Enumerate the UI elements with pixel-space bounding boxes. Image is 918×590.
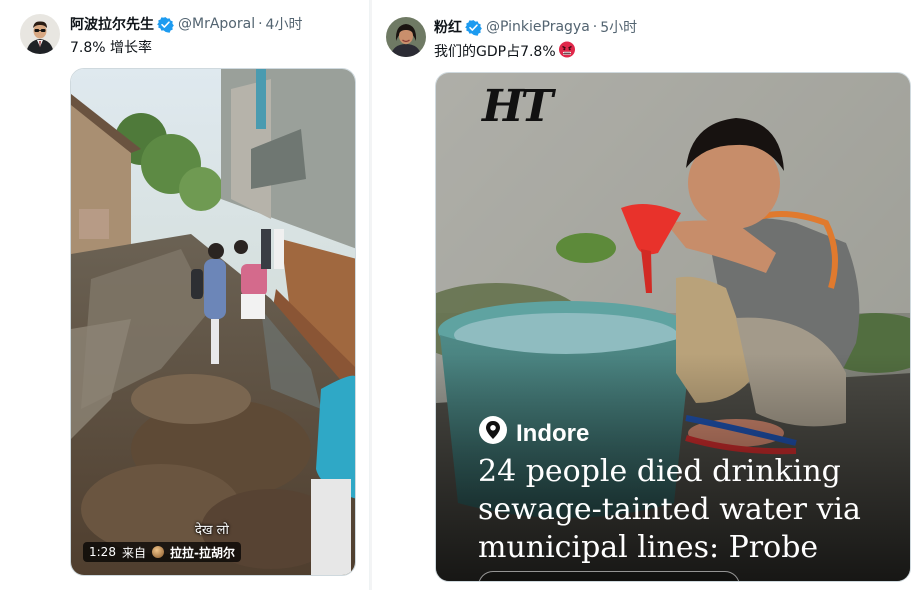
video-player[interactable]: देख लो 1:28 来自 拉拉-拉胡尔 bbox=[70, 68, 356, 576]
display-name[interactable]: 粉红 bbox=[434, 17, 462, 37]
avatar[interactable] bbox=[386, 17, 426, 57]
tweet-text-row: 我们的GDP占7.8% bbox=[434, 40, 576, 62]
verified-badge-icon bbox=[157, 16, 174, 33]
timestamp[interactable]: 4小时 bbox=[266, 14, 303, 34]
map-pin-icon bbox=[478, 415, 508, 452]
tweet-text: 7.8% 增长率 bbox=[70, 40, 153, 56]
video-caption: देख लो bbox=[195, 523, 229, 538]
user-handle[interactable]: @MrAporal bbox=[178, 16, 255, 32]
publisher-logo: HT bbox=[482, 81, 553, 132]
angry-face-emoji-icon bbox=[558, 40, 576, 62]
display-name[interactable]: 阿波拉尔先生 bbox=[70, 14, 154, 34]
separator-dot: · bbox=[592, 19, 598, 35]
video-frame bbox=[71, 69, 355, 575]
card-link-pill[interactable] bbox=[478, 571, 740, 581]
video-info-bar: 1:28 来自 拉拉-拉胡尔 bbox=[83, 542, 241, 562]
source-avatar-icon bbox=[151, 546, 164, 558]
location-text: Indore bbox=[516, 419, 590, 447]
video-source-prefix: 来自 bbox=[121, 545, 146, 560]
tweet-header: 粉红 @PinkiePragya · 5小时 bbox=[434, 17, 637, 37]
tweet-pinkiepragya[interactable]: 粉红 @PinkiePragya · 5小时 我们的GDP占7.8% HT In… bbox=[372, 0, 918, 590]
user-handle[interactable]: @PinkiePragya bbox=[486, 19, 590, 35]
tweet-mraporal[interactable]: 阿波拉尔先生 @MrAporal · 4小时 7.8% 增长率 देख लो 1… bbox=[0, 0, 370, 590]
avatar[interactable] bbox=[20, 14, 60, 54]
verified-badge-icon bbox=[465, 19, 482, 36]
timestamp[interactable]: 5小时 bbox=[600, 17, 637, 37]
video-source-name[interactable]: 拉拉-拉胡尔 bbox=[170, 544, 235, 561]
tweet-text: 我们的GDP占7.8% bbox=[434, 44, 556, 60]
news-card-image[interactable]: HT Indore 24 people died drinking sewage… bbox=[435, 72, 911, 582]
location-label: Indore bbox=[478, 415, 589, 452]
video-duration: 1:28 bbox=[89, 545, 116, 559]
tweet-header: 阿波拉尔先生 @MrAporal · 4小时 bbox=[70, 14, 302, 34]
news-headline[interactable]: 24 people died drinking sewage-tainted w… bbox=[478, 453, 898, 567]
separator-dot: · bbox=[258, 16, 263, 32]
